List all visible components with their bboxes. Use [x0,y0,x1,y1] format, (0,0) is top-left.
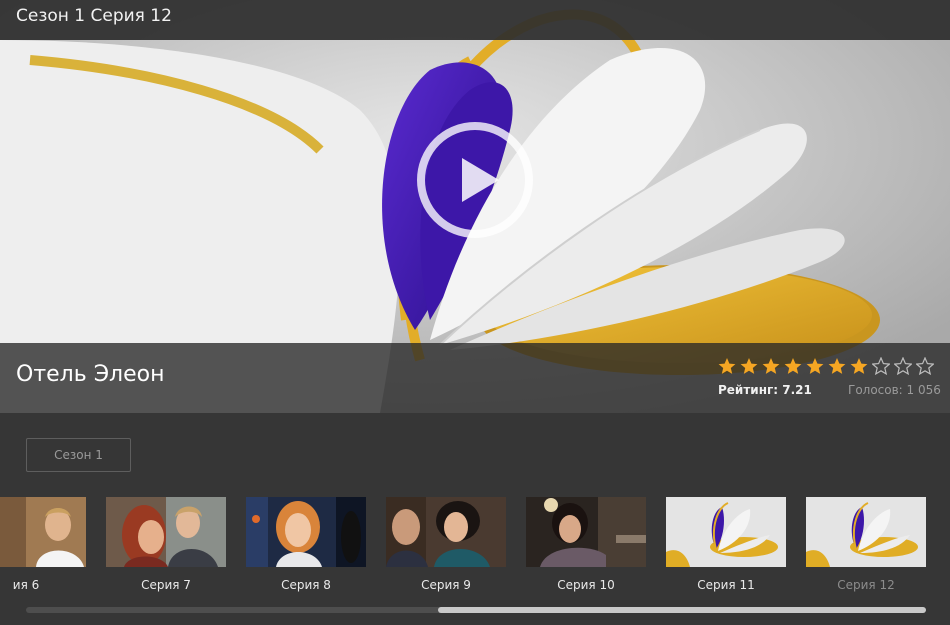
episode-thumbnail [386,497,506,567]
play-button[interactable] [415,120,535,240]
episode-label: Серия 10 [557,578,615,592]
star-filled-icon[interactable] [762,357,780,375]
episode-thumbnail [0,497,86,567]
episode-scrollbar[interactable] [26,607,926,613]
episode-item-10[interactable]: Серия 10 [526,497,646,597]
episode-item-11[interactable]: Серия 11 [666,497,786,597]
rating-stars[interactable] [718,357,934,375]
votes-label: Голосов: 1 056 [848,383,941,397]
rating-label: Рейтинг: 7.21 [718,383,812,397]
star-filled-icon[interactable] [718,357,736,375]
star-filled-icon[interactable] [850,357,868,375]
star-empty-icon[interactable] [894,357,912,375]
season-select-button[interactable]: Сезон 1 [26,438,131,472]
episode-label: Серия 11 [697,578,755,592]
star-filled-icon[interactable] [806,357,824,375]
episode-item-12[interactable]: Серия 12 [806,497,926,597]
star-empty-icon[interactable] [916,357,934,375]
episode-label: Серия 8 [281,578,331,592]
star-filled-icon[interactable] [828,357,846,375]
episode-thumbnail [246,497,366,567]
episode-thumbnail [666,497,786,567]
episode-label: ия 6 [12,578,40,592]
episode-label: Серия 12 [837,578,895,592]
episode-label: Серия 7 [141,578,191,592]
episode-item-8[interactable]: Серия 8 [246,497,366,597]
episode-item-9[interactable]: Серия 9 [386,497,506,597]
episode-thumbnail [106,497,226,567]
show-title: Отель Элеон [16,362,165,387]
episode-item-7[interactable]: Серия 7 [106,497,226,597]
episode-title: Сезон 1 Серия 12 [16,6,172,26]
star-empty-icon[interactable] [872,357,890,375]
player-info-bar: Отель Элеон Рейтинг: 7.21 Голосов: 1 056 [0,343,950,413]
season-select-label: Сезон 1 [54,448,103,462]
scrollbar-thumb[interactable] [438,607,926,613]
episode-label: Серия 9 [421,578,471,592]
episode-carousel: ия 6 Серия 7 Серия 8 Серия 9 Серия 10 Се… [0,497,950,597]
player-top-bar: Сезон 1 Серия 12 [0,0,950,40]
star-filled-icon[interactable] [784,357,802,375]
episode-thumbnail [806,497,926,567]
episode-thumbnail [526,497,646,567]
star-filled-icon[interactable] [740,357,758,375]
episode-item-6[interactable]: ия 6 [0,497,86,597]
video-player[interactable]: Сезон 1 Серия 12 Отель Элеон Рейтинг: 7.… [0,0,950,413]
